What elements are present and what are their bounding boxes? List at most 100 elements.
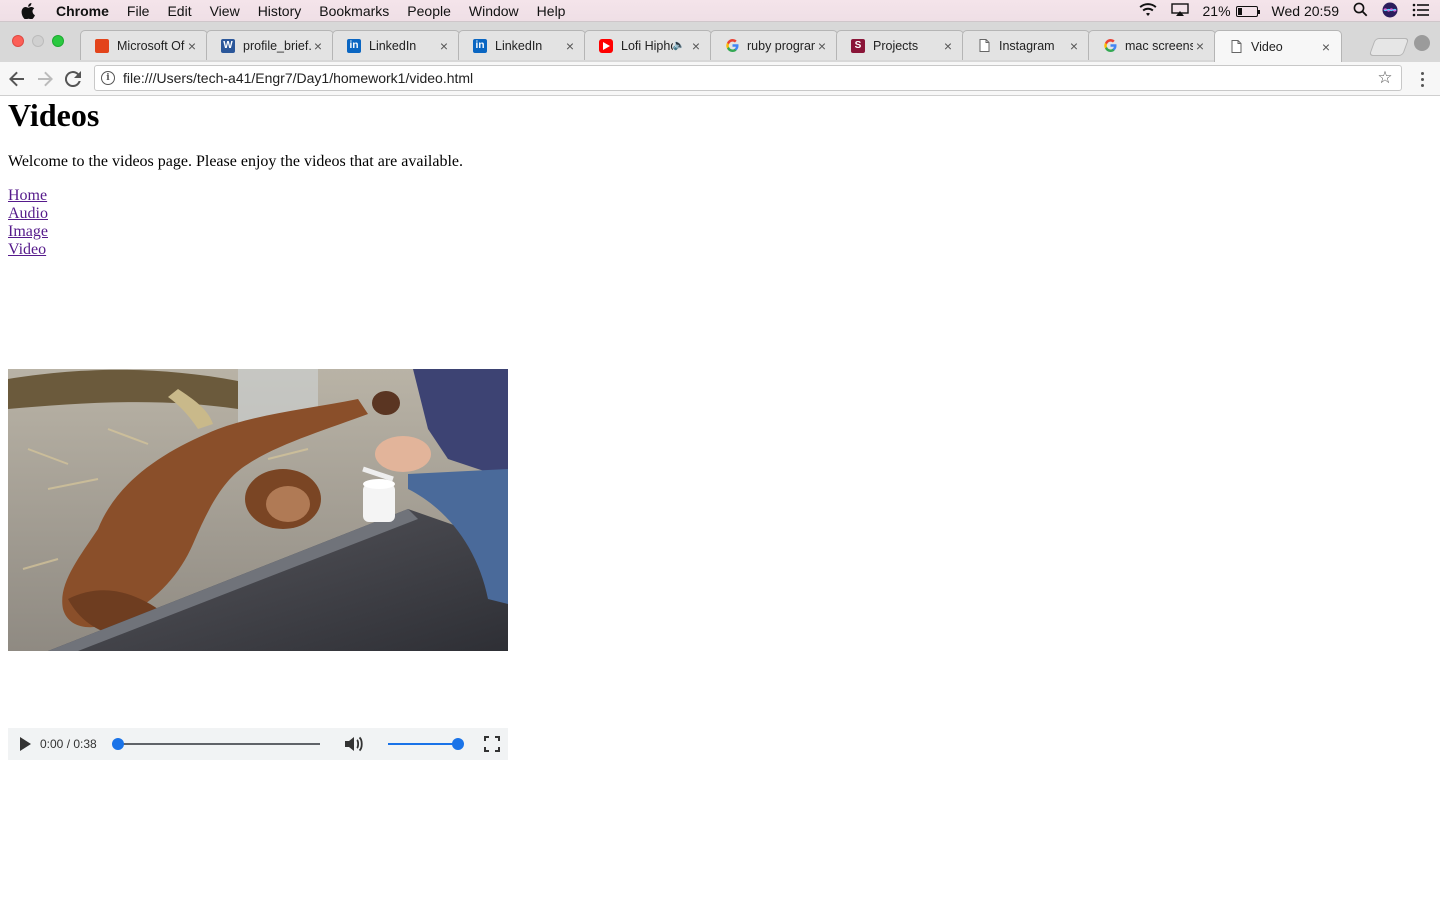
menu-edit[interactable]: Edit (158, 3, 200, 19)
tab-audio-icon[interactable]: 🔈 (673, 40, 685, 51)
tab-strip: Microsoft Of × Wprofile_brief.c × in LinkedIn… (0, 22, 1440, 62)
menu-bookmarks[interactable]: Bookmarks (310, 3, 398, 19)
tab-9[interactable]: mac screensh× (1088, 30, 1216, 60)
menu-app-chrome[interactable]: Chrome (56, 3, 118, 19)
link-video[interactable]: Video (8, 241, 48, 259)
volume-handle[interactable] (452, 738, 464, 750)
tab-2[interactable]: Wprofile_brief.c × (206, 30, 334, 60)
link-home[interactable]: Home (8, 187, 48, 205)
new-tab-button[interactable] (1368, 38, 1410, 56)
video-player[interactable] (8, 369, 508, 651)
office-icon (95, 38, 109, 53)
menu-people[interactable]: People (398, 3, 460, 19)
tab-close-icon[interactable]: × (1067, 38, 1081, 54)
link-image[interactable]: Image (8, 223, 48, 241)
tab-close-icon[interactable]: × (1193, 38, 1207, 54)
back-button[interactable] (6, 68, 28, 90)
link-audio[interactable]: Audio (8, 205, 48, 223)
tab-6[interactable]: ruby program × (710, 30, 838, 60)
apple-menu-icon[interactable] (0, 2, 56, 19)
battery-status[interactable]: 21% (1202, 3, 1260, 19)
intro-text: Welcome to the videos page. Please enjoy… (8, 153, 463, 170)
macos-menu-bar: Chrome File Edit View History Bookmarks … (0, 0, 1440, 22)
reload-button[interactable] (62, 68, 84, 90)
tab-10[interactable]: Video × (1214, 30, 1342, 62)
window-controls (12, 35, 64, 47)
tab-7[interactable]: S Projects × (836, 30, 964, 60)
menu-file[interactable]: File (118, 3, 159, 19)
notification-center-icon[interactable] (1412, 3, 1430, 20)
play-icon[interactable] (20, 737, 31, 751)
tab-8[interactable]: Instagram × (962, 30, 1090, 60)
tab-title: Microsoft Of (117, 38, 185, 53)
tab-close-icon[interactable]: × (689, 38, 703, 54)
video-time: 0:00 / 0:38 (40, 737, 97, 751)
tab-title: Lofi Hipho (621, 38, 673, 53)
google-icon (1103, 39, 1117, 53)
seek-handle[interactable] (112, 738, 124, 750)
chrome-menu-icon[interactable] (1412, 68, 1432, 90)
reload-icon (65, 71, 81, 87)
menubar-clock[interactable]: Wed 20:59 (1272, 3, 1339, 19)
tabs-container: Microsoft Of × Wprofile_brief.c × in LinkedIn… (80, 30, 1342, 62)
profile-avatar-icon[interactable] (1414, 35, 1430, 51)
fullscreen-icon[interactable] (484, 736, 500, 752)
menu-window[interactable]: Window (460, 3, 528, 19)
tab-title: profile_brief.c (243, 38, 311, 53)
page-icon (977, 39, 991, 53)
wifi-icon[interactable] (1139, 2, 1157, 20)
video-controls: 0:00 / 0:38 (8, 728, 508, 760)
tab-title: LinkedIn (495, 38, 543, 53)
menu-help[interactable]: Help (528, 3, 575, 19)
bookmark-star-icon[interactable]: ☆ (1373, 68, 1397, 88)
page-title: Videos (8, 97, 100, 133)
tab-title: Instagram (999, 38, 1055, 53)
google-icon (725, 39, 739, 53)
arrow-left-icon (9, 71, 24, 87)
battery-icon (1235, 5, 1260, 17)
spotlight-search-icon[interactable] (1353, 2, 1368, 20)
site-info-icon[interactable]: i (101, 71, 115, 85)
tab-title: Video (1251, 39, 1283, 54)
seek-slider[interactable] (112, 738, 320, 750)
siri-icon[interactable] (1382, 2, 1398, 21)
minimize-window-button[interactable] (32, 35, 44, 47)
address-bar[interactable]: i file:///Users/tech-a41/Engr7/Day1/home… (94, 65, 1402, 91)
youtube-icon (599, 38, 613, 53)
linkedin-icon: in (347, 38, 361, 53)
menu-history[interactable]: History (249, 3, 311, 19)
forward-button[interactable] (34, 68, 56, 90)
volume-slider[interactable] (388, 738, 464, 750)
close-window-button[interactable] (12, 35, 24, 47)
tab-close-icon[interactable]: × (941, 38, 955, 54)
airplay-icon[interactable] (1170, 2, 1189, 20)
url-text[interactable]: file:///Users/tech-a41/Engr7/Day1/homewo… (123, 70, 1373, 86)
volume-icon[interactable] (344, 735, 364, 753)
tab-4[interactable]: in LinkedIn × (458, 30, 586, 60)
page-content: Videos Welcome to the videos page. Pleas… (0, 97, 1440, 900)
tab-close-icon[interactable]: × (185, 38, 199, 54)
page-icon (1229, 40, 1243, 54)
tab-title: LinkedIn (369, 38, 417, 53)
tab-close-icon[interactable]: × (1319, 39, 1333, 55)
tab-title: ruby program (747, 38, 815, 53)
tab-close-icon[interactable]: × (437, 38, 451, 54)
tab-close-icon[interactable]: × (815, 38, 829, 54)
fullscreen-window-button[interactable] (52, 35, 64, 47)
tab-5[interactable]: Lofi Hipho 🔈 × (584, 30, 712, 60)
tab-title: Projects (873, 38, 919, 53)
tab-title: mac screensh (1125, 38, 1193, 53)
battery-percent: 21% (1202, 3, 1231, 19)
tab-1[interactable]: Microsoft Of × (80, 30, 208, 60)
tab-close-icon[interactable]: × (311, 38, 325, 54)
word-icon: W (221, 38, 235, 53)
tab-close-icon[interactable]: × (563, 38, 577, 54)
menu-view[interactable]: View (201, 3, 249, 19)
video-frame-image (8, 369, 508, 651)
nav-links: Home Audio Image Video (8, 187, 48, 259)
arrow-right-icon (38, 71, 53, 87)
browser-toolbar: i file:///Users/tech-a41/Engr7/Day1/home… (0, 62, 1440, 96)
projects-icon: S (851, 38, 865, 53)
menubar-status-area: 21% Wed 20:59 (1139, 0, 1431, 22)
tab-3[interactable]: in LinkedIn × (332, 30, 460, 60)
